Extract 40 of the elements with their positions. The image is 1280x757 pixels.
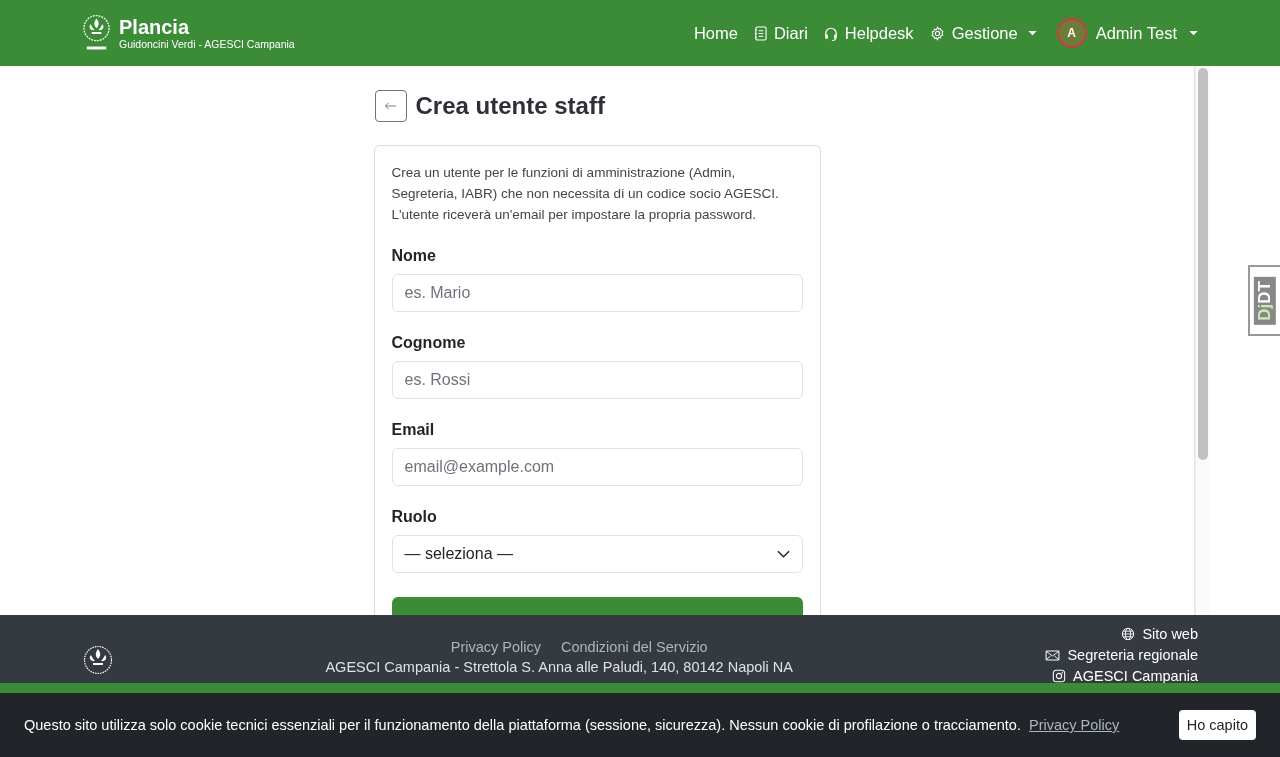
input-field[interactable]: es. Rossi	[391, 361, 803, 399]
nav-link[interactable]: Home	[693, 23, 738, 43]
logo-icon	[83, 645, 113, 675]
contact-link[interactable]: AGESCI Campania	[1052, 667, 1198, 685]
privacy-policy-link[interactable]: Privacy Policy	[1028, 717, 1120, 733]
user-menu[interactable]: A Admin Test	[1056, 18, 1198, 48]
footer-link[interactable]: Condizioni del Servizio	[561, 639, 708, 655]
field-label: Cognome	[391, 334, 467, 352]
brand-subtitle: Guidoncini Verdi - AGESCI Campania	[119, 38, 295, 50]
cookie-notice-text: Questo sito utilizza solo cookie tecnici essenziali per il funzionamento della piattaforma (sessione, sicurezza). Nessun cookie di profilazione o tracciamento.	[24, 717, 1021, 733]
field-label: Ruolo	[391, 508, 438, 526]
intro-text: Crea un utente per le funzioni di amministrazione (Admin, Segreteria, IABR) che non necessita di un codice socio AGESCI. L'utente riceverà un'email per impostare la propria password.	[391, 164, 780, 224]
back-button[interactable]	[374, 90, 407, 122]
accept-button[interactable]: Ho capito	[1178, 710, 1256, 740]
globe-icon	[1121, 627, 1136, 641]
input-field[interactable]: email@example.com	[391, 448, 803, 486]
nav-link[interactable]: Gestione	[929, 23, 1037, 43]
headset-icon	[823, 25, 838, 41]
nav-link[interactable]: Helpdesk	[823, 23, 914, 43]
envelope-icon	[1045, 649, 1061, 661]
scrollbar[interactable]	[1195, 66, 1210, 615]
instagram-icon	[1052, 669, 1067, 683]
contact-link[interactable]: Segreteria regionale	[1045, 646, 1198, 664]
notebook-icon	[753, 25, 767, 41]
page-title: Crea utente staff	[415, 92, 605, 120]
avatar: A	[1056, 18, 1087, 48]
settings-icon	[929, 25, 945, 41]
address-text: AGESCI Campania - Strettola S. Anna alle Paludi, 140, 80142 Napoli NA	[325, 659, 793, 675]
role-select[interactable]: — seleziona —	[391, 535, 803, 573]
brand-title[interactable]: Plancia	[119, 16, 295, 38]
input-field[interactable]: es. Mario	[391, 274, 803, 312]
nav-link[interactable]: Diari	[753, 23, 808, 43]
debug-toolbar-handle[interactable]: DjDT	[1248, 265, 1280, 336]
chevron-icon	[776, 550, 790, 558]
caret-icon	[1189, 30, 1198, 36]
footer-link[interactable]: Privacy Policy	[450, 639, 541, 655]
contact-link[interactable]: Sito web	[1121, 625, 1198, 643]
field-label: Email	[391, 421, 436, 439]
field-label: Nome	[391, 247, 437, 265]
arrow-left-icon	[384, 101, 397, 111]
